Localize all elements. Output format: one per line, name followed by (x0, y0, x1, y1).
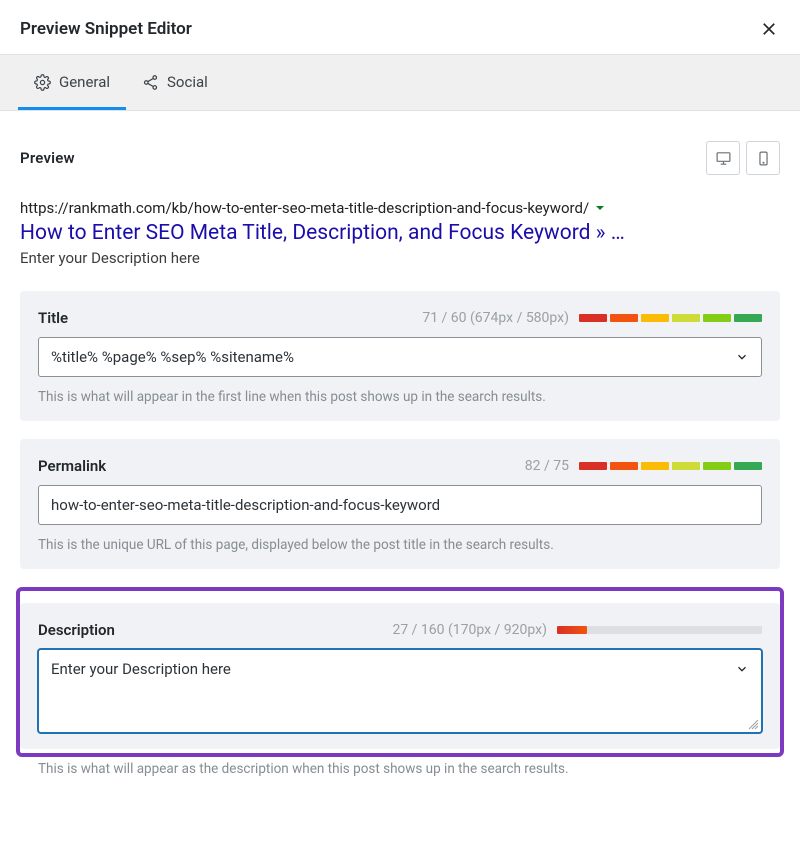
preview-header-row: Preview (20, 141, 780, 175)
description-limit: 27 / 160 (170px / 920px) (392, 622, 547, 638)
resize-handle-icon (747, 718, 759, 730)
close-button[interactable] (758, 18, 780, 40)
permalink-input-wrap (38, 485, 762, 525)
preview-section-label: Preview (20, 149, 75, 167)
permalink-help: This is the unique URL of this page, dis… (38, 537, 762, 553)
title-limit: 71 / 60 (674px / 580px) (422, 310, 569, 326)
share-icon (142, 74, 159, 91)
description-input-wrap (38, 649, 762, 733)
serp-description: Enter your Description here (20, 249, 780, 267)
description-length-bar (557, 626, 762, 634)
permalink-limit: 82 / 75 (525, 458, 569, 474)
chevron-down-icon (735, 662, 749, 676)
permalink-input[interactable] (39, 486, 761, 524)
serp-title: How to Enter SEO Meta Title, Description… (20, 221, 780, 245)
title-length-bar (579, 314, 762, 322)
description-highlight: Description 27 / 160 (170px / 920px) (16, 587, 784, 757)
editor-header: Preview Snippet Editor (0, 0, 800, 54)
title-variables-button[interactable] (723, 338, 761, 376)
tab-social[interactable]: Social (126, 55, 224, 110)
description-input[interactable] (39, 650, 723, 732)
desktop-icon (715, 150, 732, 167)
permalink-field-group: Permalink 82 / 75 This is the unique URL… (20, 439, 780, 569)
title-field-group: Title 71 / 60 (674px / 580px) This is wh… (20, 291, 780, 421)
mobile-preview-button[interactable] (746, 141, 780, 175)
title-input[interactable] (39, 338, 723, 376)
permalink-length-bar (579, 462, 762, 470)
description-label: Description (38, 621, 115, 639)
description-field-group: Description 27 / 160 (170px / 920px) (20, 603, 780, 749)
tab-label: General (59, 73, 110, 91)
editor-title: Preview Snippet Editor (20, 19, 192, 39)
title-input-wrap (38, 337, 762, 377)
close-icon (760, 20, 778, 38)
tab-label: Social (167, 73, 208, 91)
tab-bar: General Social (0, 54, 800, 111)
mobile-icon (755, 150, 772, 167)
serp-url: https://rankmath.com/kb/how-to-enter-seo… (20, 199, 589, 217)
desktop-preview-button[interactable] (706, 141, 740, 175)
serp-url-row: https://rankmath.com/kb/how-to-enter-seo… (20, 199, 780, 217)
tab-general[interactable]: General (18, 55, 126, 110)
gear-icon (34, 74, 51, 91)
description-help: This is what will appear as the descript… (20, 761, 780, 777)
title-label: Title (38, 309, 68, 327)
chevron-down-icon (735, 350, 749, 364)
title-help: This is what will appear in the first li… (38, 389, 762, 405)
device-toggle (706, 141, 780, 175)
caret-down-icon (595, 203, 605, 213)
permalink-label: Permalink (38, 457, 106, 475)
